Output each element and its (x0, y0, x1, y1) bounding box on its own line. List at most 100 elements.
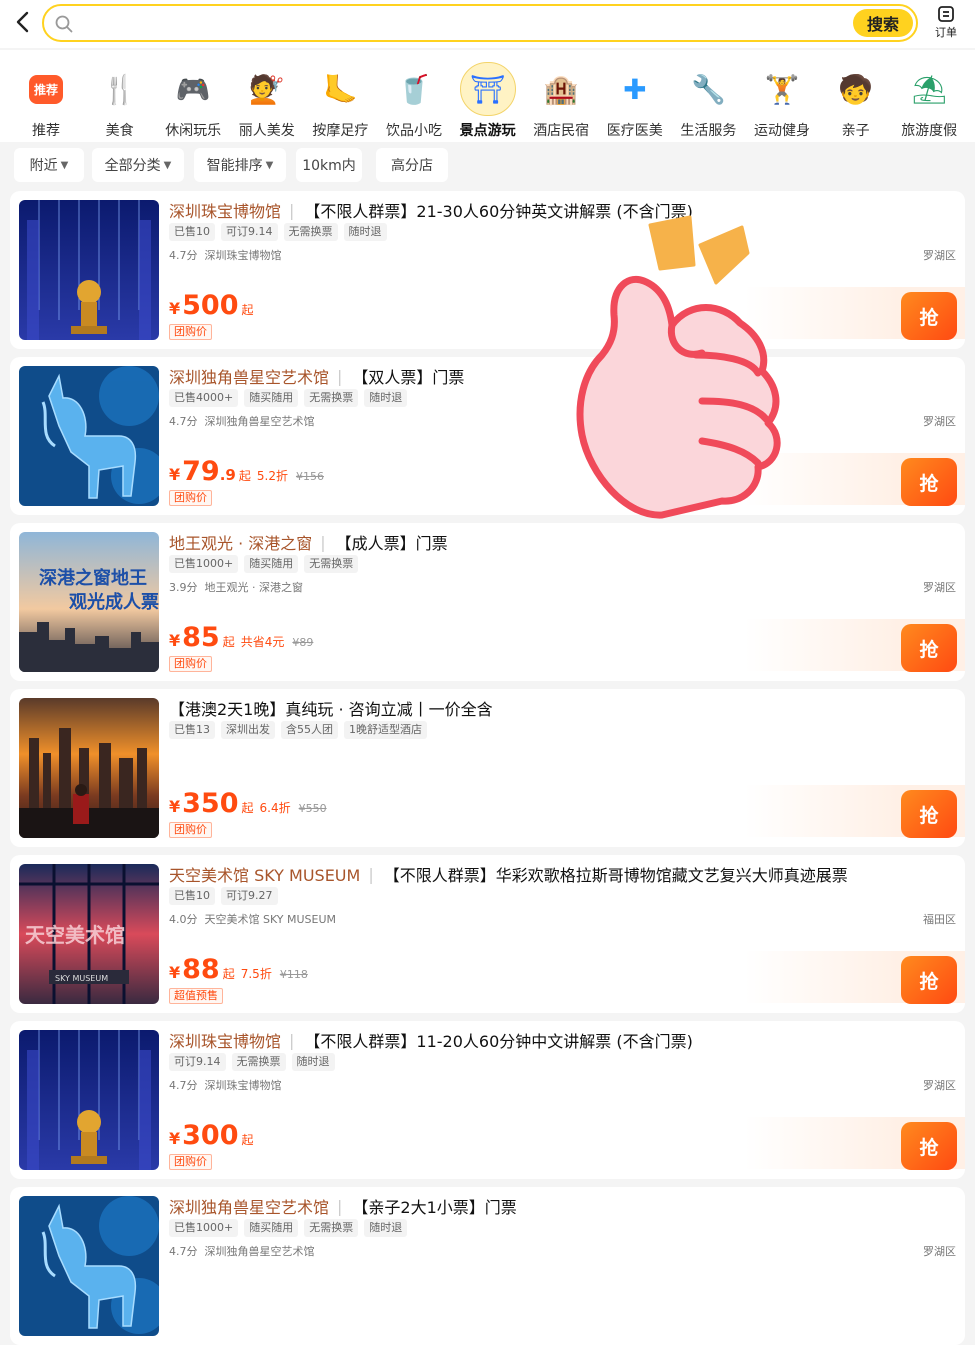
original-price: ¥118 (279, 968, 308, 981)
order-button[interactable]: 订单 (926, 5, 966, 43)
grab-button[interactable]: 抢 (901, 292, 957, 340)
listing-thumbnail[interactable] (19, 200, 159, 340)
tag-list: 已售1000+ 随买随用 无需换票 随时退 (169, 1219, 413, 1239)
product-name: 【成人票】门票 (335, 534, 448, 553)
listing-card[interactable]: 深圳珠宝博物馆 | 【不限人群票】11-20人60分钟中文讲解票 (不含门票) 可订9… (10, 1021, 965, 1179)
listing-thumbnail[interactable] (19, 1196, 159, 1336)
rating-row: 4.0分 天空美术馆 SKY MUSEUM (169, 911, 336, 927)
chevron-down-icon: ▼ (265, 159, 274, 171)
listing-title[interactable]: 深圳独角兽星空艺术馆 | 【亲子2大1小票】门票 (169, 1195, 517, 1218)
category-item-9[interactable]: 🔧 生活服务 (671, 62, 745, 140)
category-item-12[interactable]: ⛱ 旅游度假 (892, 62, 966, 140)
listing-title[interactable]: 深圳独角兽星空艺术馆 | 【双人票】门票 (169, 365, 464, 388)
grab-button[interactable]: 抢 (901, 624, 957, 672)
tag: 无需换票 (283, 223, 338, 241)
grab-button[interactable]: 抢 (901, 458, 957, 506)
search-input[interactable] (82, 10, 842, 36)
filter-chip-0[interactable]: 附近 ▼ (14, 148, 84, 182)
tag: 随买随用 (244, 555, 299, 573)
title-divider: | (289, 1030, 295, 1050)
listing-card[interactable]: 深圳珠宝博物馆 | 【不限人群票】21-30人60分钟英文讲解票 (不含门票) 已售1… (10, 191, 965, 349)
category-item-0[interactable]: 推荐 推荐 (9, 62, 83, 140)
listing-card[interactable]: 深圳独角兽星空艺术馆 | 【亲子2大1小票】门票 已售1000+ 随买随用 无需换票 随时退… (10, 1187, 965, 1345)
grab-button[interactable]: 抢 (901, 790, 957, 838)
listing-title[interactable]: 地王观光 · 深港之窗 | 【成人票】门票 (169, 531, 448, 554)
category-label: 饮品小吃 (386, 123, 442, 139)
currency-symbol: ¥ (169, 299, 181, 318)
listing-thumbnail[interactable]: 深港之窗地王 观光成人票 (19, 532, 159, 672)
price-value: 300 (182, 1120, 239, 1151)
tag: 随时退 (343, 223, 387, 241)
product-name: 【不限人群票】华彩欢歌格拉斯哥博物馆藏文艺复兴大师真迹展票 (383, 866, 848, 885)
listing-title[interactable]: 深圳珠宝博物馆 | 【不限人群票】11-20人60分钟中文讲解票 (不含门票) (169, 1029, 693, 1052)
listing-title[interactable]: 天空美术馆 SKY MUSEUM | 【不限人群票】华彩欢歌格拉斯哥博物馆藏文艺复兴… (169, 863, 848, 886)
venue-name: 地王观光 · 深港之窗 (204, 581, 304, 594)
listing-card[interactable]: 【港澳2天1晚】真纯玩 · 咨询立减丨一价全含 已售13 深圳出发 含55人团 1晚舒适… (10, 689, 965, 847)
listing-thumbnail[interactable] (19, 1030, 159, 1170)
grab-button[interactable]: 抢 (901, 956, 957, 1004)
category-item-1[interactable]: 🍴 美食 (83, 62, 157, 140)
filter-chip-3[interactable]: 10km内 (296, 148, 362, 182)
listing-title[interactable]: 【港澳2天1晚】真纯玩 · 咨询立减丨一价全含 (169, 697, 493, 719)
filter-chip-4[interactable]: 高分店 (376, 148, 448, 182)
price-value: 79 (182, 456, 220, 487)
drinks-icon: 🥤 (396, 72, 432, 106)
title-divider: | (289, 200, 295, 220)
rating: 4.7分 (169, 1245, 198, 1258)
discount-label: 7.5折 (240, 967, 272, 981)
district-label: 罗湖区 (923, 249, 956, 262)
listing-title[interactable]: 深圳珠宝博物馆 | 【不限人群票】21-30人60分钟英文讲解票 (不含门票) (169, 199, 693, 222)
category-label: 亲子 (841, 123, 870, 139)
category-item-8[interactable]: ✚ 医疗医美 (598, 62, 672, 140)
tag: 已售4000+ (169, 389, 239, 407)
venue-name: 深圳珠宝博物馆 (204, 1079, 282, 1092)
listing-thumbnail[interactable] (19, 366, 159, 506)
category-item-3[interactable]: 💇 丽人美发 (230, 62, 304, 140)
rating-row: 4.7分 深圳独角兽星空艺术馆 (169, 413, 315, 429)
tag: 已售10 (169, 887, 215, 905)
tag: 深圳出发 (221, 721, 275, 739)
listing-card[interactable]: 深港之窗地王 观光成人票 地王观光 · 深港之窗 | 【成人票】门票 已售1000+ 随… (10, 523, 965, 681)
tag: 随买随用 (244, 1219, 299, 1237)
thumb-text: 天空美术馆 (25, 923, 125, 947)
category-item-7[interactable]: 🏨 酒店民宿 (524, 62, 598, 140)
back-button[interactable] (8, 8, 36, 36)
district-label: 罗湖区 (923, 581, 956, 594)
price-badge: 团购价 (169, 490, 212, 506)
category-item-10[interactable]: 🏋 运动健身 (745, 62, 819, 140)
listing-thumbnail[interactable]: 天空美术馆 SKY MUSEUM (19, 864, 159, 1004)
price-badge: 团购价 (169, 656, 212, 672)
tag: 可订9.14 (169, 1053, 226, 1071)
vacation-icon: ⛱ (911, 72, 947, 106)
thumb-text: 观光成人票 (69, 591, 159, 613)
rating-row: 4.7分 深圳独角兽星空艺术馆 (169, 1243, 315, 1259)
top-bar: 搜索 订单 (0, 0, 975, 48)
leisure-icon: 🎮 (175, 72, 211, 106)
filter-chip-2[interactable]: 智能排序 ▼ (194, 148, 286, 182)
listing-thumbnail[interactable] (19, 698, 159, 838)
search-button[interactable]: 搜索 (853, 9, 913, 37)
category-item-2[interactable]: 🎮 休闲玩乐 (156, 62, 230, 140)
category-label: 休闲玩乐 (165, 123, 222, 139)
grab-button[interactable]: 抢 (901, 1122, 957, 1170)
rating: 4.7分 (169, 249, 198, 262)
category-item-4[interactable]: 🦶 按摩足疗 (303, 62, 377, 140)
category-label: 丽人美发 (238, 123, 295, 139)
rating-row: 4.7分 深圳珠宝博物馆 (169, 1077, 282, 1093)
price-from-label: 起 (241, 1133, 254, 1147)
category-item-5[interactable]: 🥤 饮品小吃 (377, 62, 451, 140)
service-icon: 🔧 (690, 72, 726, 106)
listing-card[interactable]: 深圳独角兽星空艺术馆 | 【双人票】门票 已售4000+ 随买随用 无需换票 随时退 4.7分… (10, 357, 965, 515)
filter-chip-1[interactable]: 全部分类 ▼ (92, 148, 184, 182)
category-label: 美食 (105, 123, 134, 139)
category-label: 景点游玩 (459, 123, 516, 139)
category-item-11[interactable]: 🧒 亲子 (819, 62, 893, 140)
search-box[interactable]: 搜索 (42, 4, 918, 42)
price-badge: 团购价 (169, 1154, 212, 1170)
shop-name: 深圳独角兽星空艺术馆 (169, 1198, 330, 1217)
category-item-6[interactable]: ⛩ 景点游玩 (451, 62, 525, 140)
price-row: ¥300 起 (169, 1120, 254, 1154)
tag-list: 已售1000+ 随买随用 无需换票 (169, 555, 364, 575)
listing-card[interactable]: 天空美术馆 SKY MUSEUM 天空美术馆 SKY MUSEUM | 【不限人群票… (10, 855, 965, 1013)
product-name: 【不限人群票】11-20人60分钟中文讲解票 (不含门票) (304, 1032, 693, 1051)
